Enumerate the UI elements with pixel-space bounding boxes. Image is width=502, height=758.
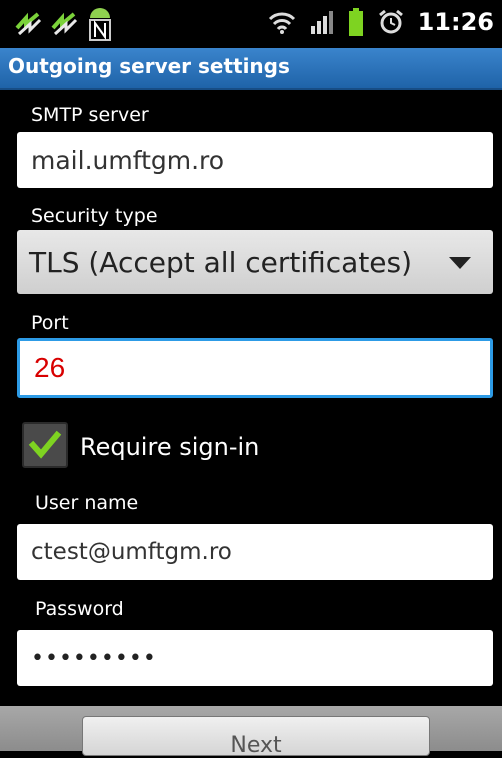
- port-label: Port: [31, 312, 69, 334]
- status-clock: 11:26: [417, 8, 494, 36]
- port-value: 26: [34, 352, 66, 383]
- smtp-server-value: mail.umftgm.ro: [31, 145, 225, 175]
- notification-icons: [14, 6, 114, 42]
- smtp-server-input[interactable]: mail.umftgm.ro: [17, 132, 493, 188]
- sync-icon: [15, 12, 42, 36]
- checkmark-icon: [28, 430, 62, 459]
- username-input[interactable]: ctest@umftgm.ro: [17, 524, 493, 580]
- password-value: •••••••••: [31, 645, 157, 671]
- security-type-label: Security type: [31, 205, 158, 227]
- password-label: Password: [35, 598, 124, 620]
- dropdown-arrow-icon: [449, 257, 471, 269]
- title-bar: Outgoing server settings: [0, 48, 502, 90]
- username-label: User name: [35, 492, 139, 514]
- signal-icon: [310, 11, 333, 34]
- status-bar: 11:26: [0, 0, 502, 48]
- security-type-value: TLS (Accept all certificates): [29, 245, 413, 279]
- smtp-server-label: SMTP server: [31, 104, 149, 126]
- require-signin-label: Require sign-in: [80, 433, 260, 461]
- android-notification-icon: [89, 8, 111, 41]
- require-signin-checkbox[interactable]: [22, 422, 68, 468]
- sync-icon: [51, 12, 78, 36]
- port-input[interactable]: 26: [17, 338, 493, 398]
- username-value: ctest@umftgm.ro: [31, 539, 232, 565]
- next-button[interactable]: Next: [82, 716, 430, 758]
- alarm-icon: [378, 9, 403, 34]
- battery-icon: [348, 8, 363, 36]
- password-input[interactable]: •••••••••: [17, 630, 493, 686]
- security-type-dropdown[interactable]: TLS (Accept all certificates): [17, 230, 493, 294]
- wifi-icon: [268, 12, 295, 34]
- system-status: 11:26: [268, 8, 494, 36]
- next-button-label: Next: [230, 733, 282, 758]
- page-title: Outgoing server settings: [8, 54, 290, 78]
